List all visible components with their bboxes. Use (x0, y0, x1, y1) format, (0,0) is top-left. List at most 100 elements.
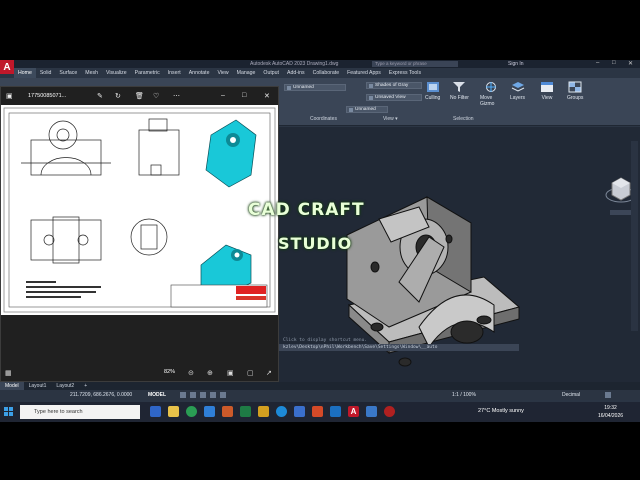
panel-selection-label[interactable]: Selection (453, 116, 474, 122)
media-icon[interactable] (384, 406, 395, 417)
model-viewport[interactable]: Click to display shortcut menu. kzlev\De… (279, 127, 640, 385)
watermark-line-2: STUDIO (278, 234, 353, 253)
tab-layout2[interactable]: Layout2 (51, 382, 79, 390)
windows-start-icon[interactable] (4, 407, 13, 416)
culling-button[interactable]: Culling (425, 81, 440, 101)
move-gizmo-button[interactable]: Move Gizmo (480, 81, 502, 107)
units-selector[interactable]: Decimal (562, 392, 580, 398)
more-icon[interactable]: ⋯ (173, 92, 180, 100)
command-line[interactable]: Click to display shortcut menu. kzlev\De… (279, 337, 519, 351)
tab-solid[interactable]: Solid (36, 68, 56, 78)
status-bar: 211.7209, 686.2676, 0.0000 MODEL 1:1 / 1… (0, 390, 640, 400)
tab-surface[interactable]: Surface (55, 68, 81, 78)
tab-home[interactable]: Home (14, 68, 36, 78)
fit-window-icon[interactable]: ▣ (227, 369, 234, 377)
viewer-maximize-icon[interactable]: □ (242, 92, 246, 99)
tab-insert[interactable]: Insert (164, 68, 185, 78)
navigation-bar[interactable] (631, 141, 638, 331)
groups-button[interactable]: Groups (567, 81, 583, 101)
snap-icon[interactable] (190, 392, 196, 398)
panel-view-label[interactable]: View ▾ (383, 116, 398, 122)
ucs-name-dropdown[interactable]: Unnamed (346, 106, 388, 113)
photos-app-icon: ▣ (6, 93, 13, 100)
task-view-icon[interactable] (150, 406, 161, 417)
weather-widget[interactable]: 27°C Mostly sunny (478, 408, 524, 414)
office-icon[interactable] (312, 406, 323, 417)
watermark-line-1: CAD CRAFT (248, 200, 365, 220)
photos-viewer-window[interactable]: ▣ 17750085071... ✎ ↻ 🗑 ♡ ⋯ – □ ✕ ▦ 82% ⊝… (0, 86, 279, 382)
autocad-logo[interactable]: A (0, 60, 14, 74)
groups-label: Groups (567, 95, 584, 101)
zoom-out-icon[interactable]: ⊝ (188, 369, 194, 377)
layers-icon (511, 82, 524, 92)
tab-visualize[interactable]: Visualize (102, 68, 131, 78)
edit-icon[interactable]: ✎ (97, 92, 103, 100)
settings-icon[interactable] (366, 406, 377, 417)
ortho-icon[interactable] (200, 392, 206, 398)
store-icon[interactable] (294, 406, 305, 417)
visual-style-dropdown[interactable]: Shades of Gray (366, 82, 422, 89)
tab-output[interactable]: Output (259, 68, 283, 78)
system-clock[interactable]: 19:32 16/04/2026 (598, 404, 623, 420)
layers-button[interactable]: Layers (510, 81, 525, 101)
grid-icon[interactable] (180, 392, 186, 398)
chrome-icon[interactable] (186, 406, 197, 417)
maximize-icon[interactable]: □ (612, 60, 616, 66)
help-search-input[interactable]: Type a keyword or phrase (372, 61, 458, 67)
tab-layout1[interactable]: Layout1 (24, 382, 52, 390)
tab-featured-apps[interactable]: Featured Apps (343, 68, 385, 78)
sign-in-button[interactable]: Sign In (508, 61, 524, 67)
fullscreen-icon[interactable]: ↗ (266, 369, 272, 377)
close-icon[interactable]: ✕ (628, 60, 633, 67)
tab-parametric[interactable]: Parametric (131, 68, 164, 78)
viewer-close-icon[interactable]: ✕ (264, 92, 270, 100)
word-icon[interactable] (204, 406, 215, 417)
rotate-icon[interactable]: ↻ (115, 92, 121, 100)
clock-date: 16/04/2026 (598, 413, 624, 419)
view-button[interactable]: View (540, 81, 554, 101)
filter-icon (453, 82, 466, 92)
add-layout-button[interactable]: + (79, 382, 92, 390)
tab-add-ins[interactable]: Add-ins (283, 68, 309, 78)
tab-model[interactable]: Model (0, 382, 24, 390)
tab-view[interactable]: View (214, 68, 233, 78)
tab-annotate[interactable]: Annotate (185, 68, 214, 78)
technical-drawing-image (1, 105, 278, 315)
favorite-icon[interactable]: ♡ (153, 92, 159, 100)
named-view-dropdown[interactable]: Unsaved View (366, 94, 422, 101)
polar-icon[interactable] (210, 392, 216, 398)
view-label: View (541, 95, 553, 101)
excel-icon[interactable] (240, 406, 251, 417)
panel-coordinates-label[interactable]: Coordinates (310, 116, 337, 122)
filmstrip-icon[interactable]: ▦ (5, 369, 12, 377)
photos-icon[interactable] (330, 406, 341, 417)
delete-icon[interactable]: 🗑 (135, 92, 144, 100)
autocad-taskbar-icon[interactable]: A (348, 406, 359, 417)
edge-icon[interactable] (276, 406, 287, 417)
viewer-file-name: 17750085071... (28, 93, 67, 99)
zoom-in-icon[interactable]: ⊕ (207, 369, 213, 377)
customization-icon[interactable] (605, 392, 611, 398)
tab-collaborate[interactable]: Collaborate (309, 68, 344, 78)
no-filter-button[interactable]: No Filter (450, 81, 469, 101)
tab-manage[interactable]: Manage (233, 68, 260, 78)
app-title: Autodesk AutoCAD 2023 Drawing1.dwg (250, 61, 339, 67)
ucs-dropdown[interactable]: Unnamed (284, 84, 346, 91)
title-bar: A Autodesk AutoCAD 2023 Drawing1.dwg Typ… (0, 60, 640, 74)
tab-express-tools[interactable]: Express Tools (385, 68, 425, 78)
model-space-toggle[interactable]: MODEL (148, 392, 166, 398)
minimize-icon[interactable]: – (596, 60, 599, 66)
viewer-minimize-icon[interactable]: – (221, 92, 225, 99)
osnap-icon[interactable] (220, 392, 226, 398)
command-history[interactable]: kzlev\Desktop\nPhil\Workbench\Save\Setti… (279, 344, 519, 351)
folder-icon[interactable] (258, 406, 269, 417)
culling-icon (426, 82, 439, 92)
tab-mesh[interactable]: Mesh (81, 68, 102, 78)
zoom-level: 82% (164, 369, 176, 375)
annotation-scale[interactable]: 1:1 / 100% (452, 392, 476, 398)
viewer-titlebar: ▣ 17750085071... ✎ ↻ 🗑 ♡ ⋯ – □ ✕ (1, 87, 278, 105)
actual-size-icon[interactable]: ▢ (247, 369, 254, 377)
file-explorer-icon[interactable] (168, 406, 179, 417)
taskbar-search-input[interactable]: Type here to search (20, 405, 140, 419)
powerpoint-icon[interactable] (222, 406, 233, 417)
